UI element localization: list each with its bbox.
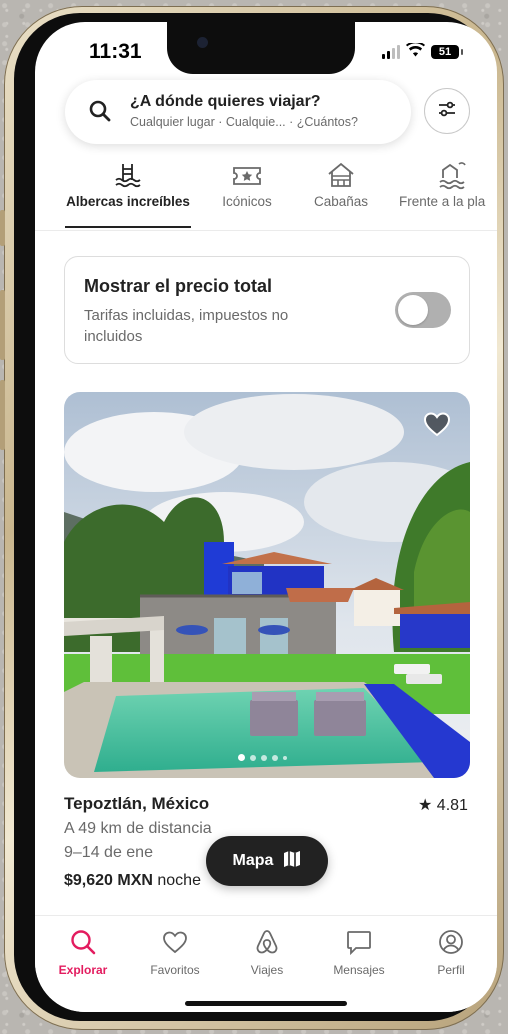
airbnb-logo-icon: [227, 928, 307, 958]
tab-label: Perfil: [437, 963, 465, 977]
map-icon: [283, 850, 301, 873]
total-price-card: Mostrar el precio total Tarifas incluida…: [64, 256, 470, 364]
tab-mensajes[interactable]: Mensajes: [319, 928, 399, 977]
listing-rating: ★ 4.81: [418, 795, 468, 815]
sliders-icon: [437, 99, 457, 124]
search-icon: [43, 928, 123, 958]
phone-side-button: [0, 210, 5, 246]
listing-photo-illustration: [64, 392, 470, 778]
listing-photo[interactable]: [64, 392, 470, 778]
listing-location: Tepoztlán, México: [64, 794, 210, 813]
pool-icon: [65, 160, 191, 190]
tab-explorar[interactable]: Explorar: [43, 928, 123, 977]
tab-label: Mensajes: [333, 963, 385, 977]
category-iconicos[interactable]: Icónicos: [215, 160, 279, 209]
category-albercas[interactable]: Albercas increíbles: [65, 160, 191, 209]
divider: [35, 230, 497, 231]
camera-icon: [197, 37, 208, 48]
profile-icon: [411, 928, 491, 958]
price-amount: $9,620 MXN: [64, 872, 153, 889]
status-icons: 51: [382, 41, 463, 62]
message-icon: [319, 928, 399, 958]
listing-price: $9,620 MXN noche: [64, 872, 201, 890]
total-price-toggle[interactable]: [395, 292, 451, 328]
category-label: Icónicos: [222, 194, 272, 209]
total-price-subtitle: Tarifas incluidas, impuestos no incluido…: [84, 307, 289, 345]
listing-distance: A 49 km de distancia: [64, 820, 212, 837]
map-label: Mapa: [232, 852, 274, 869]
active-category-indicator: [65, 226, 191, 228]
map-button[interactable]: Mapa: [206, 836, 328, 886]
photo-carousel-dots: [238, 754, 287, 761]
star-icon: ★: [418, 797, 437, 814]
beachfront-icon: [399, 160, 497, 190]
search-subtitle: Cualquier lugar · Cualquie... · ¿Cuántos…: [130, 115, 358, 129]
total-price-title: Mostrar el precio total: [84, 276, 273, 296]
category-label: Cabañas: [313, 194, 369, 209]
price-unit: noche: [152, 872, 201, 889]
category-bar: Albercas increíbles Icónicos Cabañas Fre…: [35, 160, 497, 230]
tab-favoritos[interactable]: Favoritos: [135, 928, 215, 977]
heart-icon: [135, 928, 215, 958]
tab-label: Explorar: [58, 963, 108, 977]
category-label: Albercas increíbles: [66, 194, 190, 209]
home-indicator[interactable]: [185, 1001, 347, 1006]
phone-side-button: [0, 380, 5, 450]
status-time: 11:31: [89, 40, 142, 63]
phone-side-button: [0, 290, 5, 360]
search-bar[interactable]: ¿A dónde quieres viajar? Cualquier lugar…: [65, 80, 411, 144]
tab-perfil[interactable]: Perfil: [411, 928, 491, 977]
category-frente-playa[interactable]: Frente a la pla: [399, 160, 497, 209]
wifi-icon: [406, 41, 425, 62]
rating-value: 4.81: [436, 797, 468, 814]
tab-label: Favoritos: [150, 963, 200, 977]
app-screen: 11:31 51 ¿A dónde quieres viajar? Cualqu…: [35, 22, 497, 1012]
favorite-heart-icon[interactable]: [422, 409, 452, 439]
filters-button[interactable]: [424, 88, 470, 134]
tab-label: Viajes: [250, 963, 284, 977]
toggle-knob: [398, 295, 428, 325]
tab-viajes[interactable]: Viajes: [227, 928, 307, 977]
category-label: Frente a la pla: [399, 194, 486, 209]
battery-icon: 51: [431, 45, 463, 59]
signal-icon: [382, 45, 400, 59]
category-cabanas[interactable]: Cabañas: [307, 160, 375, 209]
listing-dates: 9–14 de ene: [64, 844, 153, 861]
cabin-icon: [307, 160, 375, 190]
search-icon: [89, 100, 111, 127]
ticket-star-icon: [215, 160, 279, 190]
notch: [167, 22, 355, 74]
search-title: ¿A dónde quieres viajar?: [130, 93, 321, 110]
bottom-tab-bar: Explorar Favoritos Viajes Mensajes Perfi…: [35, 915, 497, 1012]
